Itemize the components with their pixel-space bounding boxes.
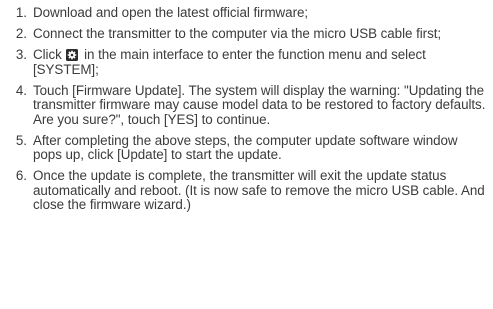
step-4: 4 Touch [Firmware Update]. The system wi… <box>0 82 493 128</box>
step-text: Connect the transmitter to the computer … <box>33 25 442 41</box>
step-1: 1 Download and open the latest official … <box>0 5 493 21</box>
step-2: 2 Connect the transmitter to the compute… <box>0 25 493 42</box>
step-number: 3 <box>0 47 27 63</box>
step-number: 5 <box>0 133 27 149</box>
step-number: 1 <box>0 5 27 21</box>
step-text-before-icon: Click <box>33 46 62 62</box>
settings-gear-icon <box>66 48 79 61</box>
step-text: Touch [Firmware Update]. The system will… <box>33 82 486 127</box>
step-number: 2 <box>0 26 27 42</box>
step-text: Download and open the latest official fi… <box>33 5 309 20</box>
step-5: 5 After completing the above steps, the … <box>0 132 493 163</box>
step-number: 4 <box>0 83 27 99</box>
step-6: 6 Once the update is complete, the trans… <box>0 169 493 213</box>
step-3: 3 Click in the main interface to enter t… <box>0 46 493 77</box>
step-number: 6 <box>0 169 27 184</box>
step-text: Click in the main interface to enter the… <box>27 46 493 77</box>
step-text: After completing the above steps, the co… <box>33 132 458 163</box>
firmware-update-steps: 1 Download and open the latest official … <box>0 5 493 219</box>
step-text: Once the update is complete, the transmi… <box>33 168 485 213</box>
step-text-after-icon: in the main interface to enter the funct… <box>33 46 426 77</box>
